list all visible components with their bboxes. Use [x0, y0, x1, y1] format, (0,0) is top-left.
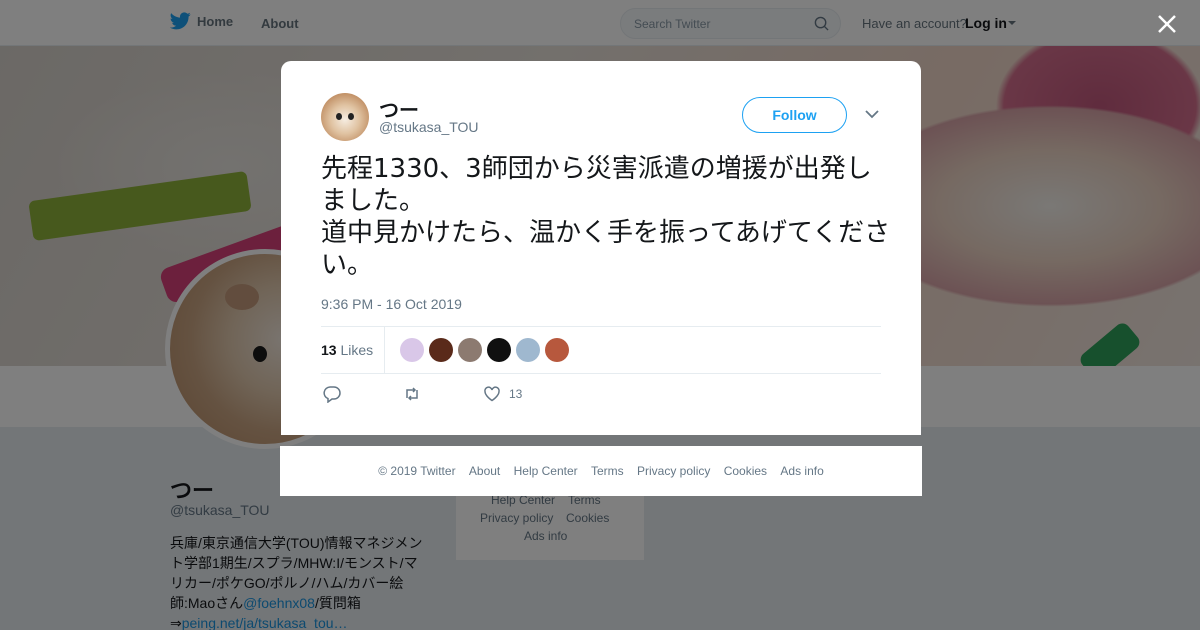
footer-help-center[interactable]: Help Center — [514, 464, 578, 478]
stats-divider — [384, 327, 385, 373]
tweet-timestamp[interactable]: 9:36 PM - 16 Oct 2019 — [321, 296, 462, 312]
liker-avatar[interactable] — [429, 338, 453, 362]
likes-count: 13 — [321, 342, 337, 358]
footer-about[interactable]: About — [469, 464, 500, 478]
heart-icon[interactable] — [483, 385, 501, 403]
tweet-stats: 13 Likes — [321, 326, 881, 374]
tweet-author-avatar[interactable] — [321, 93, 369, 141]
retweet-action[interactable] — [403, 385, 421, 403]
liker-avatar[interactable] — [400, 338, 424, 362]
close-icon[interactable] — [1155, 12, 1179, 36]
liker-avatar[interactable] — [516, 338, 540, 362]
liker-avatar[interactable] — [458, 338, 482, 362]
avatar-detail — [336, 113, 342, 120]
like-action-count: 13 — [509, 387, 523, 401]
likers-avatars — [400, 338, 569, 362]
footer-privacy[interactable]: Privacy policy — [637, 464, 710, 478]
tweet-text: 先程1330、3師団から災害派遣の増援が出発しました。 道中見かけたら、温かく手… — [321, 154, 891, 280]
chevron-down-icon[interactable] — [865, 109, 879, 119]
likes-label: Likes — [340, 342, 374, 358]
like-action[interactable]: 13 — [483, 385, 522, 403]
reply-action[interactable] — [323, 385, 341, 403]
modal-footer: © 2019 Twitter About Help Center Terms P… — [280, 446, 922, 496]
tweet-modal: つー @tsukasa_TOU Follow 先程1330、3師団から災害派遣の… — [281, 61, 921, 435]
footer-cookies[interactable]: Cookies — [724, 464, 767, 478]
tweet-author-handle[interactable]: @tsukasa_TOU — [379, 119, 479, 135]
footer-ads-info[interactable]: Ads info — [780, 464, 823, 478]
retweet-icon[interactable] — [403, 385, 421, 403]
liker-avatar[interactable] — [545, 338, 569, 362]
likes-stat[interactable]: 13 Likes — [321, 342, 373, 358]
avatar-detail — [348, 113, 354, 120]
reply-icon[interactable] — [323, 385, 341, 403]
liker-avatar[interactable] — [487, 338, 511, 362]
footer-copyright: © 2019 Twitter — [378, 464, 456, 478]
footer-terms[interactable]: Terms — [591, 464, 624, 478]
follow-button[interactable]: Follow — [742, 97, 847, 133]
